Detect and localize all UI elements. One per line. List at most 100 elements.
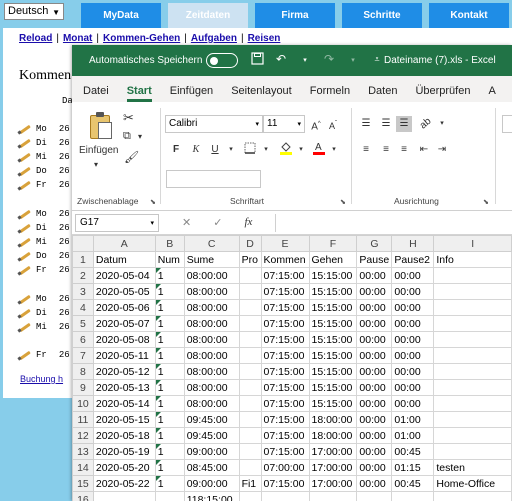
nav-tab-kontakt[interactable]: Kontakt (429, 3, 509, 28)
cell-d14[interactable] (238, 459, 262, 476)
italic-button[interactable]: K (188, 142, 204, 158)
sublink-monat[interactable]: Monat (63, 33, 92, 44)
row-header[interactable]: 7 (72, 347, 94, 364)
customize-toolbar-icon[interactable]: ⩡ (370, 52, 384, 68)
cell-c16[interactable]: 118:15:00 (183, 491, 240, 501)
name-box[interactable]: G17 ▾ (75, 214, 159, 232)
cell-a12[interactable]: 2020-05-18 (92, 427, 156, 444)
format-painter-icon[interactable]: 🖌 (124, 150, 139, 164)
cell-c4[interactable]: 08:00:00 (183, 299, 240, 316)
cell-g4[interactable]: 00:00 (356, 299, 393, 316)
cell-g1[interactable]: Pause (356, 251, 393, 268)
cell-g12[interactable]: 00:00 (356, 427, 393, 444)
column-header-f[interactable]: F (308, 235, 358, 252)
row-header[interactable]: 3 (72, 283, 94, 300)
cell-c12[interactable]: 09:45:00 (183, 427, 240, 444)
insert-function-icon[interactable]: fx (244, 216, 252, 229)
font-launcher-icon[interactable]: ⬊ (340, 198, 346, 206)
fill-color-dropdown-icon[interactable]: ▾ (293, 142, 309, 158)
edit-pencil-icon[interactable] (18, 223, 32, 233)
cell-d10[interactable] (238, 395, 262, 412)
edit-pencil-icon[interactable] (18, 322, 32, 332)
nav-tab-mydata[interactable]: MyData (81, 3, 161, 28)
redo-dropdown-icon[interactable]: ▾ (346, 52, 360, 68)
cell-c15[interactable]: 09:00:00 (183, 475, 240, 492)
ribbon-tab-daten[interactable]: Daten (368, 85, 397, 102)
cell-c9[interactable]: 08:00:00 (183, 379, 240, 396)
cell-i13[interactable] (433, 443, 512, 460)
undo-icon[interactable]: ↶ (274, 52, 288, 68)
cell-b15[interactable]: 1 (154, 475, 185, 492)
edit-pencil-icon[interactable] (18, 138, 32, 148)
ribbon-tab-datei[interactable]: Datei (83, 85, 109, 102)
cell-c10[interactable]: 08:00:00 (183, 395, 240, 412)
cell-e6[interactable]: 07:15:00 (260, 331, 310, 348)
row-header[interactable]: 16 (72, 491, 94, 501)
cell-d5[interactable] (238, 315, 262, 332)
cell-i4[interactable] (433, 299, 512, 316)
fill-color-icon[interactable] (278, 140, 294, 156)
cell-f13[interactable]: 17:00:00 (308, 443, 358, 460)
cell-c5[interactable]: 08:00:00 (183, 315, 240, 332)
row-header[interactable]: 10 (72, 395, 94, 412)
row-header[interactable]: 12 (72, 427, 94, 444)
row-header[interactable]: 9 (72, 379, 94, 396)
cell-b6[interactable]: 1 (154, 331, 185, 348)
cell-h15[interactable]: 00:45 (391, 475, 435, 492)
cell-g3[interactable]: 00:00 (356, 283, 393, 300)
cell-i9[interactable] (433, 379, 512, 396)
cell-c6[interactable]: 08:00:00 (183, 331, 240, 348)
cell-c3[interactable]: 08:00:00 (183, 283, 240, 300)
cell-f10[interactable]: 15:15:00 (308, 395, 358, 412)
cell-e5[interactable]: 07:15:00 (260, 315, 310, 332)
bold-button[interactable]: F (168, 142, 184, 158)
cell-b13[interactable]: 1 (154, 443, 185, 460)
cell-c8[interactable]: 08:00:00 (183, 363, 240, 380)
cell-b10[interactable]: 1 (154, 395, 185, 412)
grow-font-icon[interactable]: A^ (308, 116, 324, 132)
clipboard-launcher-icon[interactable]: ⬊ (150, 198, 156, 206)
cell-f14[interactable]: 17:00:00 (308, 459, 358, 476)
cell-a13[interactable]: 2020-05-19 (92, 443, 156, 460)
borders-icon[interactable] (242, 142, 258, 158)
cell-a7[interactable]: 2020-05-11 (92, 347, 156, 364)
cell-d12[interactable] (238, 427, 262, 444)
column-header-i[interactable]: I (433, 235, 512, 252)
cell-h13[interactable]: 00:45 (391, 443, 435, 460)
sublink-kommen-gehen[interactable]: Kommen-Gehen (103, 33, 180, 44)
orientation-dropdown-icon[interactable]: ▾ (434, 116, 450, 132)
edit-pencil-icon[interactable] (18, 152, 32, 162)
cell-g9[interactable]: 00:00 (356, 379, 393, 396)
cell-i14[interactable]: testen (433, 459, 512, 476)
cell-a14[interactable]: 2020-05-20 (92, 459, 156, 476)
row-header[interactable]: 11 (72, 411, 94, 428)
edit-pencil-icon[interactable] (18, 308, 32, 318)
cell-f3[interactable]: 15:15:00 (308, 283, 358, 300)
cell-c1[interactable]: Sume (183, 251, 240, 268)
cell-c13[interactable]: 09:00:00 (183, 443, 240, 460)
formula-input[interactable] (275, 214, 512, 232)
cell-f15[interactable]: 17:00:00 (308, 475, 358, 492)
cell-b1[interactable]: Num (154, 251, 185, 268)
cell-d6[interactable] (238, 331, 262, 348)
cell-h10[interactable]: 00:00 (391, 395, 435, 412)
cell-h12[interactable]: 01:00 (391, 427, 435, 444)
cell-f6[interactable]: 15:15:00 (308, 331, 358, 348)
ribbon-tab-start[interactable]: Start (126, 85, 152, 102)
cell-d16[interactable] (238, 491, 262, 501)
cell-h3[interactable]: 00:00 (391, 283, 435, 300)
cell-e14[interactable]: 07:00:00 (260, 459, 310, 476)
cell-a3[interactable]: 2020-05-05 (92, 283, 156, 300)
cell-b7[interactable]: 1 (154, 347, 185, 364)
select-all-corner[interactable] (72, 235, 94, 252)
cell-h1[interactable]: Pause2 (391, 251, 435, 268)
cell-a1[interactable]: Datum (92, 251, 156, 268)
ribbon-tab-seitenlayout[interactable]: Seitenlayout (231, 85, 292, 102)
cell-h4[interactable]: 00:00 (391, 299, 435, 316)
cell-b9[interactable]: 1 (154, 379, 185, 396)
copy-dropdown-icon[interactable]: ▾ (138, 132, 142, 141)
row-header[interactable]: 5 (72, 315, 94, 332)
cell-a8[interactable]: 2020-05-12 (92, 363, 156, 380)
font-color-dropdown-icon[interactable]: ▾ (326, 142, 342, 158)
language-select[interactable]: Deutsch ▼ (4, 3, 64, 20)
